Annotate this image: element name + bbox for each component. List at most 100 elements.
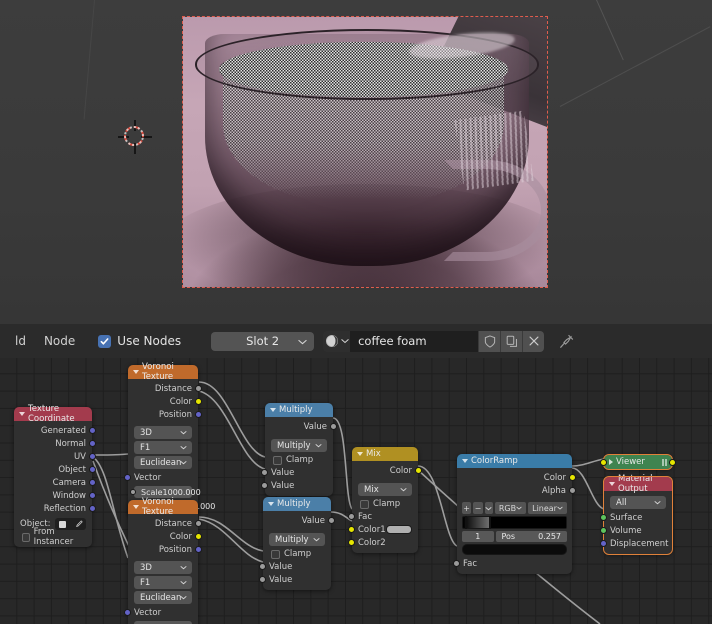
- use-nodes-checkbox[interactable]: Use Nodes: [94, 332, 185, 350]
- collapse-triangle-icon[interactable]: [357, 452, 363, 456]
- input-socket[interactable]: [348, 539, 355, 546]
- node-math-multiply-2[interactable]: Multiply Value Multiply Clamp Value Valu…: [259, 497, 335, 590]
- metric-dropdown[interactable]: Euclidean: [134, 456, 192, 469]
- output-socket[interactable]: [195, 520, 202, 527]
- add-stop-button[interactable]: +: [462, 502, 472, 514]
- socket-row-value-out[interactable]: Value: [263, 514, 335, 527]
- collapse-triangle-icon[interactable]: [133, 505, 139, 509]
- input-socket[interactable]: [600, 540, 607, 547]
- output-socket[interactable]: [89, 453, 96, 460]
- socket-row-object[interactable]: Object: [14, 463, 96, 476]
- node-voronoi-texture-1[interactable]: Voronoi Texture Distance Color Position …: [124, 362, 215, 518]
- output-socket[interactable]: [89, 440, 96, 447]
- output-socket[interactable]: [328, 517, 335, 524]
- operation-dropdown[interactable]: Multiply: [271, 439, 327, 452]
- material-name-field[interactable]: coffee foam: [350, 330, 479, 352]
- node-viewer[interactable]: Viewer: [600, 454, 676, 470]
- clamp-checkbox[interactable]: Clamp: [352, 498, 418, 510]
- output-socket[interactable]: [569, 487, 576, 494]
- socket-row-value-in-2[interactable]: Value: [261, 479, 333, 492]
- unlink-material-button[interactable]: [522, 330, 545, 352]
- input-socket[interactable]: [130, 489, 136, 495]
- duplicate-material-button[interactable]: [500, 330, 523, 352]
- socket-row-distance[interactable]: Distance: [128, 517, 202, 530]
- socket-row-uv[interactable]: UV: [14, 450, 96, 463]
- node-voronoi-texture-2[interactable]: Voronoi Texture Distance Color Position …: [124, 497, 202, 624]
- socket-row-camera[interactable]: Camera: [14, 476, 96, 489]
- socket-row-color-out[interactable]: Color: [457, 471, 576, 484]
- stop-color-swatch[interactable]: [462, 544, 567, 555]
- target-dropdown[interactable]: All: [610, 496, 666, 509]
- input-socket[interactable]: [348, 526, 355, 533]
- menu-world[interactable]: ld: [6, 332, 35, 350]
- node-header-multiply-1[interactable]: Multiply: [265, 403, 333, 417]
- output-socket[interactable]: [669, 458, 676, 466]
- input-socket[interactable]: [259, 563, 266, 570]
- collapse-triangle-icon[interactable]: [133, 370, 139, 374]
- input-socket[interactable]: [261, 482, 268, 489]
- socket-row-distance[interactable]: Distance: [128, 382, 202, 395]
- socket-row-color2[interactable]: Color2: [348, 536, 418, 549]
- color1-swatch[interactable]: [385, 525, 412, 534]
- input-socket[interactable]: [600, 514, 607, 521]
- output-socket[interactable]: [195, 533, 202, 540]
- dimension-dropdown[interactable]: 3D: [134, 561, 192, 574]
- collapse-triangle-icon[interactable]: [268, 502, 274, 506]
- output-socket[interactable]: [195, 546, 202, 553]
- collapse-triangle-icon[interactable]: [462, 459, 468, 463]
- output-socket[interactable]: [195, 385, 202, 392]
- socket-row-window[interactable]: Window: [14, 489, 96, 502]
- input-socket[interactable]: [124, 609, 131, 616]
- shader-node-canvas[interactable]: Texture Coordinate Generated Normal UV O…: [0, 358, 712, 624]
- node-header-voronoi-2[interactable]: Voronoi Texture: [128, 497, 198, 517]
- socket-row-displacement[interactable]: Displacement: [600, 537, 672, 550]
- socket-row-vector[interactable]: Vector: [124, 606, 198, 619]
- node-header-viewer[interactable]: Viewer: [604, 455, 672, 469]
- material-browse-button[interactable]: [323, 330, 351, 352]
- output-socket[interactable]: [89, 427, 96, 434]
- output-socket[interactable]: [89, 479, 96, 486]
- socket-row-fac[interactable]: Fac: [453, 557, 572, 570]
- node-color-ramp[interactable]: ColorRamp Color Alpha + − RGB Linear 1 P…: [453, 454, 576, 574]
- socket-row-alpha-out[interactable]: Alpha: [457, 484, 576, 497]
- color-stop-handle[interactable]: [489, 516, 492, 529]
- socket-row-surface[interactable]: Surface: [600, 511, 672, 524]
- input-socket[interactable]: [124, 474, 131, 481]
- output-socket[interactable]: [415, 467, 422, 474]
- input-socket[interactable]: [348, 513, 355, 520]
- socket-row-color[interactable]: Color: [128, 395, 202, 408]
- socket-row-value-in-1[interactable]: Value: [259, 560, 331, 573]
- stop-position-field[interactable]: Pos 0.257: [495, 531, 567, 542]
- colorramp-menu-button[interactable]: [484, 502, 493, 514]
- node-header-voronoi-1[interactable]: Voronoi Texture: [128, 362, 198, 382]
- node-math-multiply-1[interactable]: Multiply Value Multiply Clamp Value Valu…: [261, 403, 337, 496]
- interpolation-dropdown[interactable]: Linear: [528, 502, 567, 514]
- output-socket[interactable]: [89, 505, 96, 512]
- menu-node[interactable]: Node: [35, 332, 84, 350]
- socket-row-position[interactable]: Position: [128, 408, 202, 421]
- metric-dropdown[interactable]: Euclidean: [134, 591, 192, 604]
- input-socket[interactable]: [600, 458, 607, 466]
- socket-row-color1[interactable]: Color1: [348, 523, 418, 536]
- blend-mode-dropdown[interactable]: Mix: [358, 483, 412, 496]
- material-slot-dropdown[interactable]: Slot 2: [211, 331, 315, 351]
- remove-stop-button[interactable]: −: [473, 502, 483, 514]
- fake-user-button[interactable]: [478, 330, 501, 352]
- output-socket[interactable]: [89, 492, 96, 499]
- input-socket[interactable]: [261, 469, 268, 476]
- node-mix-rgb[interactable]: Mix Color Mix Clamp Fac Color1 Color2: [348, 447, 422, 553]
- clamp-checkbox[interactable]: Clamp: [265, 454, 333, 466]
- socket-row-generated[interactable]: Generated: [14, 424, 96, 437]
- node-header-colorramp[interactable]: ColorRamp: [457, 454, 572, 468]
- color-stop-handle[interactable]: [465, 516, 467, 529]
- node-header-mix[interactable]: Mix: [352, 447, 418, 461]
- expand-triangle-icon[interactable]: [609, 459, 613, 465]
- input-socket[interactable]: [600, 527, 607, 534]
- operation-dropdown[interactable]: Multiply: [269, 533, 325, 546]
- node-material-output[interactable]: Material Output All Surface Volume Displ…: [600, 474, 673, 555]
- collapse-triangle-icon[interactable]: [19, 412, 25, 416]
- output-socket[interactable]: [569, 474, 576, 481]
- stop-index-field[interactable]: 1: [462, 531, 494, 542]
- pin-button[interactable]: [555, 331, 577, 352]
- input-socket[interactable]: [259, 576, 266, 583]
